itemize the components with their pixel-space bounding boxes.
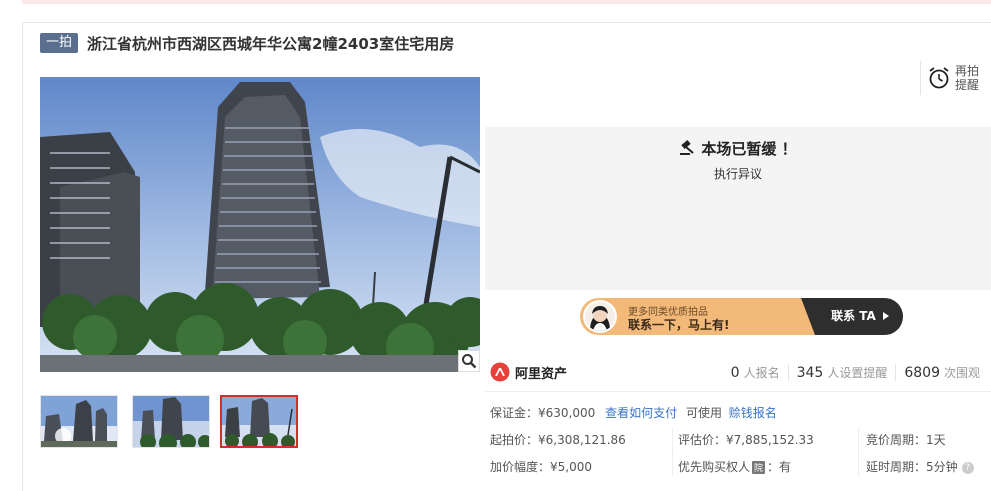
stat-signups: 0 人报名 [723,364,788,381]
auction-round-badge: 一拍 [40,33,79,53]
magnifier-icon [462,354,477,369]
alarm-clock-icon [929,67,949,89]
status-title-row: 本场已暂缓 ！ [485,138,991,159]
contact-ta-button[interactable]: 联系 TA [831,298,889,335]
contact-ta-label: 联系 TA [831,309,876,323]
stat-label: 人设置提醒 [827,366,888,380]
stat-views: 6809 次围观 [895,364,980,381]
divider [485,391,991,392]
question-icon[interactable]: ? [961,461,974,474]
column-divider [858,428,859,476]
banner-line2: 联系一下，马上有! [628,318,730,332]
gavel-icon [680,140,695,155]
thumbnail-2[interactable] [132,395,210,448]
status-subtitle: 执行异议 [713,167,762,181]
remind-button[interactable]: 再拍提醒 [920,61,981,95]
priority-label: 优先购买权人 [678,460,751,474]
zoom-button[interactable] [458,350,480,372]
stat-reminders: 345 人设置提醒 [787,364,896,381]
thumbnail-1[interactable] [40,395,118,448]
ali-assets-logo-icon [490,362,510,382]
agent-avatar [583,300,617,333]
stat-label: 次围观 [943,366,980,380]
status-title: 本场已暂缓 ！ [701,140,797,158]
top-notice-bar [22,0,991,4]
usable-text: 可使用 [685,406,722,420]
priority-value: ：有 [767,460,792,474]
appraisal-price: 评估价：¥7,885,152.33 [678,433,814,447]
main-photo[interactable] [40,77,480,372]
how-to-pay-link[interactable]: 查看如何支付 [605,406,677,420]
item-title: 浙江省杭州市西湖区西城年华公寓2幢2403室住宅用房 [87,34,455,53]
loan-signup-link[interactable]: 赊钱报名 [729,406,777,420]
play-arrow-icon [883,312,889,320]
stat-value: 345 [796,365,824,381]
court-tag: 院 [752,461,766,474]
priority-buyer-row: 优先购买权人院：有 [678,458,791,475]
title-row: 一拍 浙江省杭州市西湖区西城年华公寓2幢2403室住宅用房 [40,33,454,53]
stats: 0 人报名 345 人设置提醒 6809 次围观 [723,364,980,381]
column-divider [672,428,673,476]
thumbnail-3-selected[interactable] [220,395,298,448]
stat-label: 人报名 [743,366,780,380]
deposit-row: 保证金：¥630,000 查看如何支付 可使用 赊钱报名 [490,404,777,421]
bid-increment: 加价幅度：¥5,000 [490,460,592,474]
brand-name: 阿里资产 [515,366,568,382]
bidding-period: 竞价周期：1天 [866,433,946,447]
stat-value: 0 [730,365,740,381]
delay-period: 延时周期：5分钟 [866,460,958,474]
brand: 阿里资产 [490,362,567,382]
deposit-label: 保证金：¥630,000 [490,406,596,420]
contact-banner[interactable]: 更多同类优质拍品 联系一下，马上有! 联系 TA [580,298,903,335]
delay-period-row: 延时周期：5分钟? [866,458,974,475]
stat-value: 6809 [904,365,940,381]
start-price: 起拍价：¥6,308,121.86 [490,433,626,447]
auction-status-box: 本场已暂缓 ！ 执行异议 [485,127,991,290]
remind-label: 再拍提醒 [955,64,980,92]
